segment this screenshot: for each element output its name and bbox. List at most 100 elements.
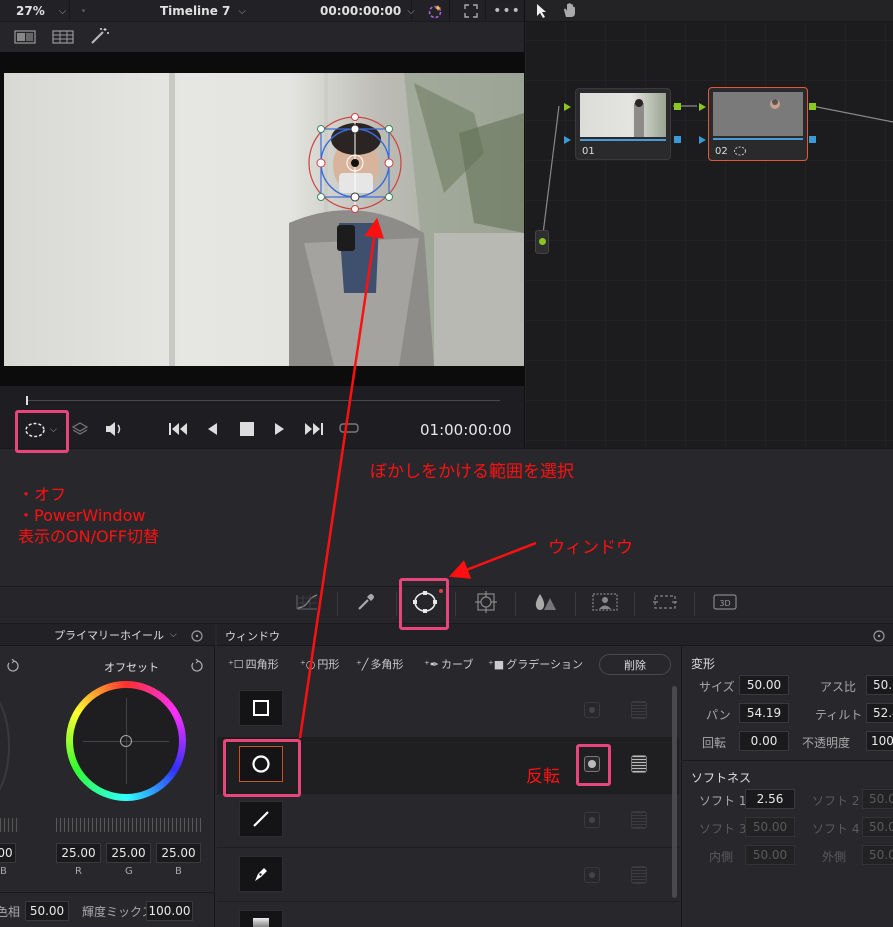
reset-icon[interactable] <box>6 658 20 672</box>
mask-toggle[interactable] <box>631 866 647 884</box>
playhead[interactable] <box>26 396 28 405</box>
inside-field[interactable]: 50.00 <box>745 845 795 865</box>
invert-toggle[interactable] <box>584 702 600 718</box>
window-row-line[interactable] <box>217 794 679 848</box>
node-output-port[interactable] <box>674 103 681 110</box>
pointer-tool-icon[interactable] <box>536 3 550 19</box>
chevron-down-icon: ⌵ <box>407 5 415 17</box>
square-window-button[interactable] <box>239 690 283 726</box>
size-field[interactable]: 50.00 <box>739 675 789 695</box>
node-input-port[interactable] <box>564 136 571 144</box>
toolbar-divider <box>694 592 695 616</box>
node-output-port[interactable] <box>809 103 816 110</box>
video-frame[interactable] <box>4 73 524 366</box>
opacity-field[interactable]: 100.0 <box>866 731 893 751</box>
gradient-window-button[interactable] <box>239 910 283 927</box>
transform-title: 変形 <box>691 657 716 671</box>
reset-icon[interactable] <box>190 658 204 672</box>
node-progress <box>713 138 803 140</box>
offset-b-field[interactable]: 25.00 <box>156 843 201 863</box>
zoom-dropdown[interactable]: 27% ⌵ <box>0 0 70 22</box>
wheel-center-handle[interactable] <box>120 735 132 747</box>
soft3-field[interactable]: 50.00 <box>745 817 795 837</box>
node-toolbar <box>525 0 893 22</box>
play-reverse-icon[interactable] <box>206 421 220 437</box>
delete-button[interactable]: 削除 <box>599 654 671 675</box>
curve-window-button[interactable] <box>239 856 283 892</box>
left-value-field[interactable]: 00 <box>0 843 16 863</box>
aspect-field[interactable]: 50.0 <box>866 675 893 695</box>
reset-icon[interactable] <box>190 628 204 642</box>
color-magic-icon[interactable] <box>420 0 450 22</box>
master-wheel-offset[interactable] <box>56 818 202 832</box>
scrubber-bar[interactable] <box>0 386 524 412</box>
reset-icon[interactable] <box>872 628 886 642</box>
mask-toggle[interactable] <box>631 701 647 719</box>
source-input-node[interactable] <box>535 230 549 254</box>
invert-toggle[interactable] <box>584 812 600 828</box>
gallery-view-icon[interactable] <box>52 29 76 45</box>
add-square-button[interactable]: ⁺☐ 四角形 <box>228 656 279 672</box>
node-input-port[interactable] <box>699 136 706 144</box>
soft4-field[interactable]: 50.00 <box>862 817 893 837</box>
linear-window-button[interactable] <box>239 801 283 837</box>
more-options-icon[interactable]: ••• <box>492 0 522 22</box>
tilt-field[interactable]: 52.4 <box>866 703 893 723</box>
window-scrollbar[interactable] <box>672 686 677 898</box>
timecode-dropdown[interactable]: 00:00:00:00 ⌵ <box>320 0 415 22</box>
node-01[interactable]: 01 <box>575 88 671 160</box>
skip-end-icon[interactable] <box>304 421 326 437</box>
curves-tool-icon[interactable] <box>292 587 322 617</box>
node-output-port[interactable] <box>674 136 681 143</box>
node-output-port[interactable] <box>809 136 816 143</box>
sizing-tool-icon[interactable] <box>650 587 680 617</box>
skip-start-icon[interactable] <box>168 421 190 437</box>
layers-icon[interactable] <box>71 421 90 437</box>
magic-wand-icon[interactable] <box>90 27 112 47</box>
window-row-pen[interactable] <box>217 848 679 902</box>
key-tool-icon[interactable] <box>590 587 620 617</box>
timeline-dropdown[interactable]: Timeline 7 ⌵ <box>160 0 246 22</box>
qualifier-eyedropper-icon[interactable] <box>351 587 381 617</box>
mask-toggle-active[interactable] <box>631 755 647 773</box>
invert-toggle[interactable] <box>584 867 600 883</box>
gradient-icon <box>253 918 269 927</box>
node-02[interactable]: 02 <box>708 87 808 161</box>
add-polygon-button[interactable]: ⁺╱ 多角形 <box>356 656 403 672</box>
toolbar-divider <box>634 592 635 616</box>
offset-r-field[interactable]: 25.00 <box>56 843 101 863</box>
luma-mix-field[interactable]: 100.00 <box>146 901 193 921</box>
pan-field[interactable]: 54.19 <box>739 703 789 723</box>
fullscreen-icon[interactable] <box>456 0 486 22</box>
master-wheel-left[interactable] <box>0 818 20 832</box>
offset-color-wheel[interactable] <box>66 681 186 801</box>
play-icon[interactable] <box>274 421 288 437</box>
window-header <box>217 624 893 646</box>
add-gradient-button[interactable]: ⁺■ グラデーション <box>488 656 583 672</box>
node-input-port[interactable] <box>564 103 571 111</box>
mask-toggle[interactable] <box>631 811 647 829</box>
add-circle-button[interactable]: ⁺○ 円形 <box>300 656 339 672</box>
soft1-field[interactable]: 2.56 <box>745 789 795 809</box>
node-input-port[interactable] <box>699 103 706 111</box>
rotate-field[interactable]: 0.00 <box>739 731 789 751</box>
split-view-icon[interactable] <box>14 29 38 45</box>
channel-b-label: B <box>175 866 182 877</box>
hue-field[interactable]: 50.00 <box>25 901 69 921</box>
outside-field[interactable]: 50.00 <box>862 845 893 865</box>
soft2-field[interactable]: 50.00 <box>862 789 893 809</box>
blur-tool-icon[interactable] <box>530 587 560 617</box>
window-row-square[interactable] <box>217 684 679 738</box>
soft3-label: ソフト 3 <box>699 822 747 836</box>
stop-icon[interactable] <box>240 422 254 436</box>
speaker-icon[interactable] <box>104 421 124 437</box>
offset-g-field[interactable]: 25.00 <box>106 843 151 863</box>
hand-tool-icon[interactable] <box>562 2 580 20</box>
3d-tool-icon[interactable]: 3D <box>710 587 740 617</box>
primary-mode-dropdown[interactable]: プライマリーホイール ⌵ <box>54 627 177 643</box>
add-curve-button[interactable]: ⁺✒ カーブ <box>424 656 473 672</box>
power-window-overlay[interactable] <box>4 73 524 366</box>
loop-icon[interactable] <box>338 420 360 438</box>
tracker-tool-icon[interactable] <box>471 587 501 617</box>
add-circle-label: 円形 <box>317 658 340 671</box>
